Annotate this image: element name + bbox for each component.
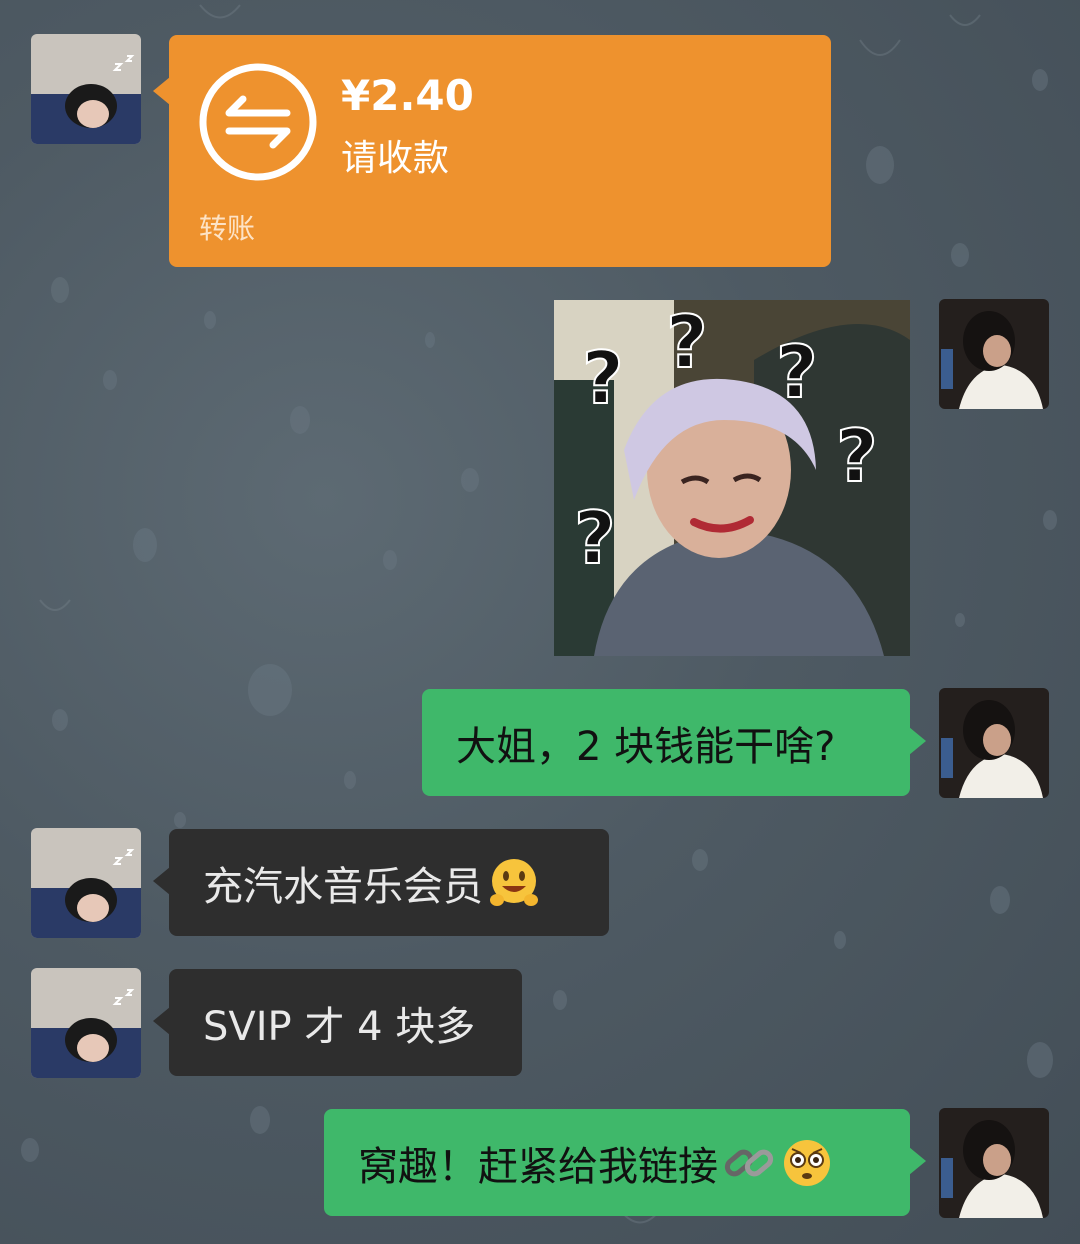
contact-avatar[interactable]: [31, 34, 141, 144]
bubble-tail: [909, 727, 926, 755]
link-icon: [724, 1149, 774, 1176]
transfer-label: 转账: [199, 212, 256, 245]
question-mark: ?: [775, 329, 819, 415]
sticker-image[interactable]: ? ? ? ? ?: [554, 300, 910, 656]
question-mark: ?: [573, 495, 617, 581]
bubble-tail: [153, 867, 170, 895]
message-bubble-outgoing[interactable]: 窝趣！赶紧给我链接: [324, 1109, 926, 1216]
contact-avatar[interactable]: [31, 828, 141, 938]
bubble-tail: [909, 1147, 926, 1175]
smiling-emoji-icon: [490, 858, 538, 906]
contact-avatar[interactable]: [31, 968, 141, 1078]
my-avatar[interactable]: [939, 688, 1049, 798]
bubble-tail: [153, 77, 170, 105]
transfer-amount: ¥2.40: [341, 71, 474, 120]
my-avatar[interactable]: [939, 299, 1049, 409]
message-bubble-incoming[interactable]: 充汽水音乐会员: [153, 829, 609, 936]
question-mark: ?: [665, 300, 709, 385]
message-text: 窝趣！赶紧给我链接: [358, 1143, 718, 1190]
question-mark: ?: [581, 335, 625, 421]
my-avatar[interactable]: [939, 1108, 1049, 1218]
flushed-emoji-icon: [784, 1139, 830, 1186]
message-text: 充汽水音乐会员: [203, 863, 483, 910]
bubble-tail: [153, 1007, 170, 1035]
question-mark: ?: [835, 413, 879, 499]
message-text: 大姐，2 块钱能干啥?: [456, 723, 836, 770]
message-bubble-outgoing[interactable]: 大姐，2 块钱能干啥?: [422, 689, 926, 796]
transfer-status: 请收款: [341, 138, 450, 179]
message-text: SVIP 才 4 块多: [203, 1003, 476, 1050]
message-bubble-incoming[interactable]: SVIP 才 4 块多: [153, 969, 522, 1076]
transfer-arrows-icon: [199, 63, 317, 181]
transfer-card[interactable]: ¥2.40 请收款 转账: [153, 35, 831, 267]
